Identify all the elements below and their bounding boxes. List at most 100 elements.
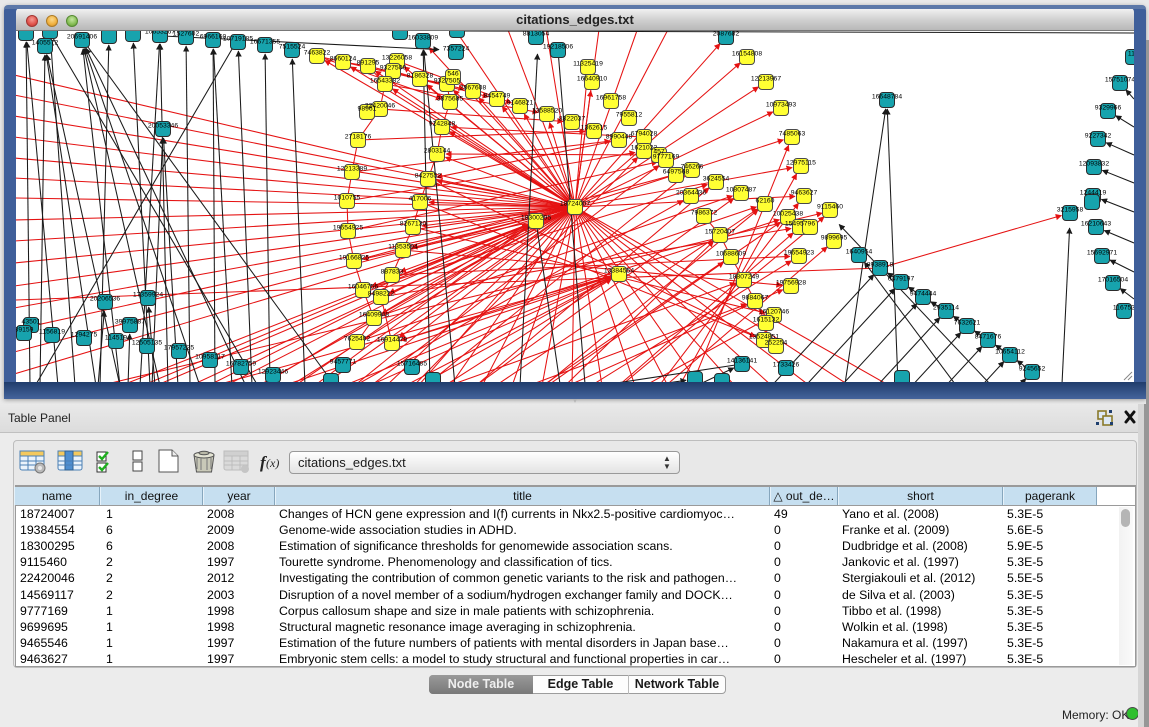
svg-text:8660124: 8660124 (330, 56, 357, 63)
svg-text:9329966: 9329966 (1095, 105, 1122, 112)
svg-text:18724007: 18724007 (560, 201, 590, 208)
svg-text:9457771: 9457771 (330, 359, 357, 366)
svg-text:16409948: 16409948 (359, 312, 389, 319)
svg-text:3215958: 3215958 (1057, 207, 1084, 214)
svg-text:16033809: 16033809 (408, 35, 438, 42)
svg-text:19218506: 19218506 (543, 44, 573, 51)
svg-text:9463627: 9463627 (791, 190, 818, 197)
svg-text:15720407: 15720407 (705, 229, 735, 236)
svg-text:14136141: 14136141 (727, 358, 757, 365)
svg-text:15692971: 15692971 (1087, 250, 1117, 257)
svg-text:114519: 114519 (105, 335, 127, 342)
svg-text:2087682: 2087682 (713, 31, 740, 38)
svg-text:10654112: 10654112 (995, 349, 1025, 356)
svg-text:887833: 887833 (381, 269, 404, 276)
svg-text:8471676: 8471676 (975, 334, 1002, 341)
svg-text:16543382: 16543382 (370, 78, 400, 85)
svg-text:8267130: 8267130 (400, 221, 427, 228)
svg-text:17957225: 17957225 (164, 345, 194, 352)
svg-text:11325419: 11325419 (573, 61, 603, 68)
svg-text:12975115: 12975115 (786, 160, 816, 167)
svg-text:17359924: 17359924 (133, 292, 163, 299)
svg-text:9242848: 9242848 (429, 121, 456, 128)
svg-text:10807487: 10807487 (726, 187, 756, 194)
svg-text:7632621: 7632621 (954, 320, 981, 327)
svg-text:116753: 116753 (1113, 305, 1134, 312)
svg-text:546: 546 (447, 71, 459, 78)
svg-text:6497568: 6497568 (663, 169, 690, 176)
svg-text:9245652: 9245652 (1019, 366, 1046, 373)
svg-text:8938918: 8938918 (867, 262, 894, 269)
svg-text:10719185: 10719185 (223, 36, 253, 43)
svg-text:39159: 39159 (16, 327, 34, 334)
svg-text:2867608: 2867608 (460, 85, 487, 92)
svg-text:7955812: 7955812 (616, 112, 643, 119)
svg-text:417006: 417006 (409, 196, 432, 203)
svg-text:62160: 62160 (756, 198, 775, 205)
svg-text:111: 111 (1128, 51, 1134, 58)
svg-text:12923446: 12923446 (258, 369, 288, 376)
svg-text:12505135: 12505135 (132, 340, 162, 347)
svg-text:8454749: 8454749 (484, 93, 511, 100)
svg-text:9777169: 9777169 (653, 154, 680, 161)
svg-text:3624554: 3624554 (703, 176, 730, 183)
svg-text:16671355: 16671355 (250, 39, 280, 46)
svg-text:7357224: 7357224 (443, 46, 470, 53)
svg-text:15495796: 15495796 (785, 221, 815, 228)
svg-text:8813054: 8813054 (523, 31, 550, 38)
svg-text:18300295: 18300295 (521, 215, 551, 222)
svg-text:8498222: 8498222 (368, 291, 395, 298)
svg-text:15716485: 15716485 (397, 361, 427, 368)
svg-text:16961758: 16961758 (596, 95, 626, 102)
svg-text:1615132: 1615132 (753, 317, 780, 324)
svg-text:19756928: 19756928 (776, 280, 806, 287)
svg-text:252254: 252254 (765, 340, 788, 347)
svg-text:12093832: 12093832 (1079, 161, 1109, 168)
svg-text:20364436: 20364436 (676, 190, 706, 197)
svg-text:39975887: 39975887 (115, 319, 145, 326)
svg-text:1405572: 1405572 (32, 40, 59, 47)
svg-text:18807249: 18807249 (729, 274, 759, 281)
svg-text:6794028: 6794028 (631, 131, 658, 138)
svg-text:13588520: 13588520 (532, 108, 562, 115)
svg-text:2803144: 2803144 (424, 148, 451, 155)
svg-text:9899695: 9899695 (821, 235, 848, 242)
svg-text:19654923: 19654923 (784, 250, 814, 257)
svg-text:3875685: 3875685 (437, 96, 464, 103)
svg-text:9227342: 9227342 (1085, 133, 1112, 140)
svg-text:12213389: 12213389 (337, 166, 367, 173)
svg-text:12213967: 12213967 (751, 76, 781, 83)
svg-text:10958117: 10958117 (195, 354, 225, 361)
svg-text:10025438: 10025438 (773, 211, 803, 218)
svg-text:43501: 43501 (22, 319, 41, 326)
svg-text:20053346: 20053346 (148, 123, 178, 130)
svg-text:16782759: 16782759 (226, 361, 256, 368)
svg-text:98961: 98961 (358, 106, 377, 113)
svg-text:1244419: 1244419 (1080, 190, 1107, 197)
svg-text:16640910: 16640910 (577, 76, 607, 83)
svg-text:16120746: 16120746 (759, 309, 789, 316)
svg-text:6479197: 6479197 (888, 276, 915, 283)
svg-text:1362615: 1362615 (581, 125, 608, 132)
svg-text:10688609: 10688609 (716, 251, 746, 258)
svg-text:7463822: 7463822 (304, 50, 331, 57)
svg-text:1294275: 1294275 (71, 332, 98, 339)
svg-text:9115460: 9115460 (817, 204, 843, 211)
svg-text:1640954: 1640954 (846, 249, 873, 256)
svg-text:20691406: 20691406 (67, 34, 97, 41)
svg-text:9474444: 9474444 (910, 291, 937, 298)
svg-text:19166825: 19166825 (339, 255, 369, 262)
svg-text:2718176: 2718176 (345, 134, 372, 141)
svg-text:9327505: 9327505 (434, 78, 461, 85)
svg-text:7515524: 7515524 (279, 44, 306, 51)
svg-text:13384554: 13384554 (604, 268, 634, 275)
svg-text:9146821: 9146821 (507, 100, 534, 107)
svg-text:17016504: 17016504 (1098, 277, 1128, 284)
svg-text:15751074: 15751074 (1105, 77, 1134, 84)
svg-text:9884067: 9884067 (742, 295, 769, 302)
svg-text:1010755: 1010755 (334, 195, 361, 202)
svg-text:1527602: 1527602 (173, 31, 200, 38)
svg-text:891295: 891295 (357, 60, 380, 67)
svg-text:8427552: 8427552 (415, 173, 442, 180)
svg-text:7625402: 7625402 (344, 336, 371, 343)
